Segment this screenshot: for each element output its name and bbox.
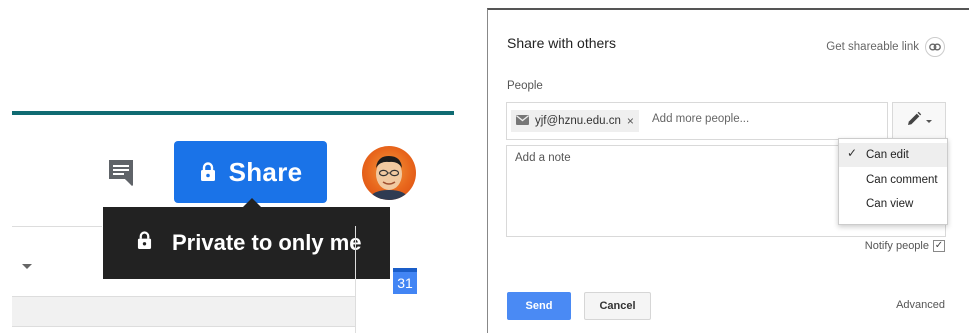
toolbar-divider [12, 226, 102, 227]
calendar-icon[interactable]: 31 [393, 268, 417, 294]
note-textarea[interactable] [515, 152, 835, 222]
chevron-down-icon [926, 119, 932, 123]
share-tooltip: Private to only me [103, 207, 390, 279]
grid-column-line [355, 226, 356, 333]
menu-item-can-comment[interactable]: Can comment [839, 168, 947, 192]
menu-item-label: Can view [866, 198, 914, 210]
grid-row [12, 296, 355, 326]
notify-checkbox[interactable]: ✓ [933, 240, 945, 252]
tooltip-text: Private to only me [172, 230, 362, 255]
people-field[interactable]: yjf@hznu.edu.cn × [506, 102, 888, 140]
grid-row-line [12, 326, 355, 327]
lock-icon [137, 230, 152, 256]
permission-menu: ✓ Can edit Can comment Can view [838, 138, 948, 225]
accent-bar [12, 111, 454, 115]
check-icon: ✓ [847, 146, 858, 160]
send-button[interactable]: Send [507, 292, 571, 320]
pencil-icon [906, 111, 922, 132]
menu-item-label: Can edit [866, 149, 909, 161]
advanced-link[interactable]: Advanced [896, 299, 945, 311]
dropdown-caret-icon[interactable] [22, 264, 32, 269]
share-button-label: Share [228, 156, 303, 187]
link-icon[interactable] [925, 37, 945, 57]
shareable-link-label: Get shareable link [826, 41, 919, 53]
permission-dropdown-button[interactable] [892, 102, 946, 140]
recipient-chip[interactable]: yjf@hznu.edu.cn × [511, 110, 639, 132]
notify-people[interactable]: Notify people ✓ [865, 240, 945, 252]
menu-item-can-edit[interactable]: ✓ Can edit [839, 143, 947, 167]
remove-recipient-icon[interactable]: × [627, 114, 634, 128]
people-label: People [507, 80, 543, 92]
tooltip-arrow [243, 198, 261, 207]
dialog-title: Share with others [507, 35, 616, 51]
add-people-input[interactable] [652, 113, 872, 125]
comment-icon[interactable] [103, 155, 139, 191]
grid-row-line [12, 296, 355, 297]
calendar-icon-label: 31 [397, 275, 413, 291]
notify-label: Notify people [864, 240, 929, 252]
docs-header-panel: Share Private to only me 31 [0, 0, 460, 333]
get-shareable-link[interactable]: Get shareable link [826, 37, 945, 57]
avatar[interactable] [362, 146, 416, 200]
menu-item-can-view[interactable]: Can view [839, 192, 947, 216]
menu-item-label: Can comment [866, 174, 938, 186]
lock-icon [199, 161, 217, 183]
recipient-email: yjf@hznu.edu.cn [535, 115, 621, 127]
cancel-button[interactable]: Cancel [584, 292, 651, 320]
share-button[interactable]: Share [174, 141, 327, 203]
share-dialog: Share with others Get shareable link Peo… [487, 8, 969, 333]
mail-icon [516, 114, 529, 128]
